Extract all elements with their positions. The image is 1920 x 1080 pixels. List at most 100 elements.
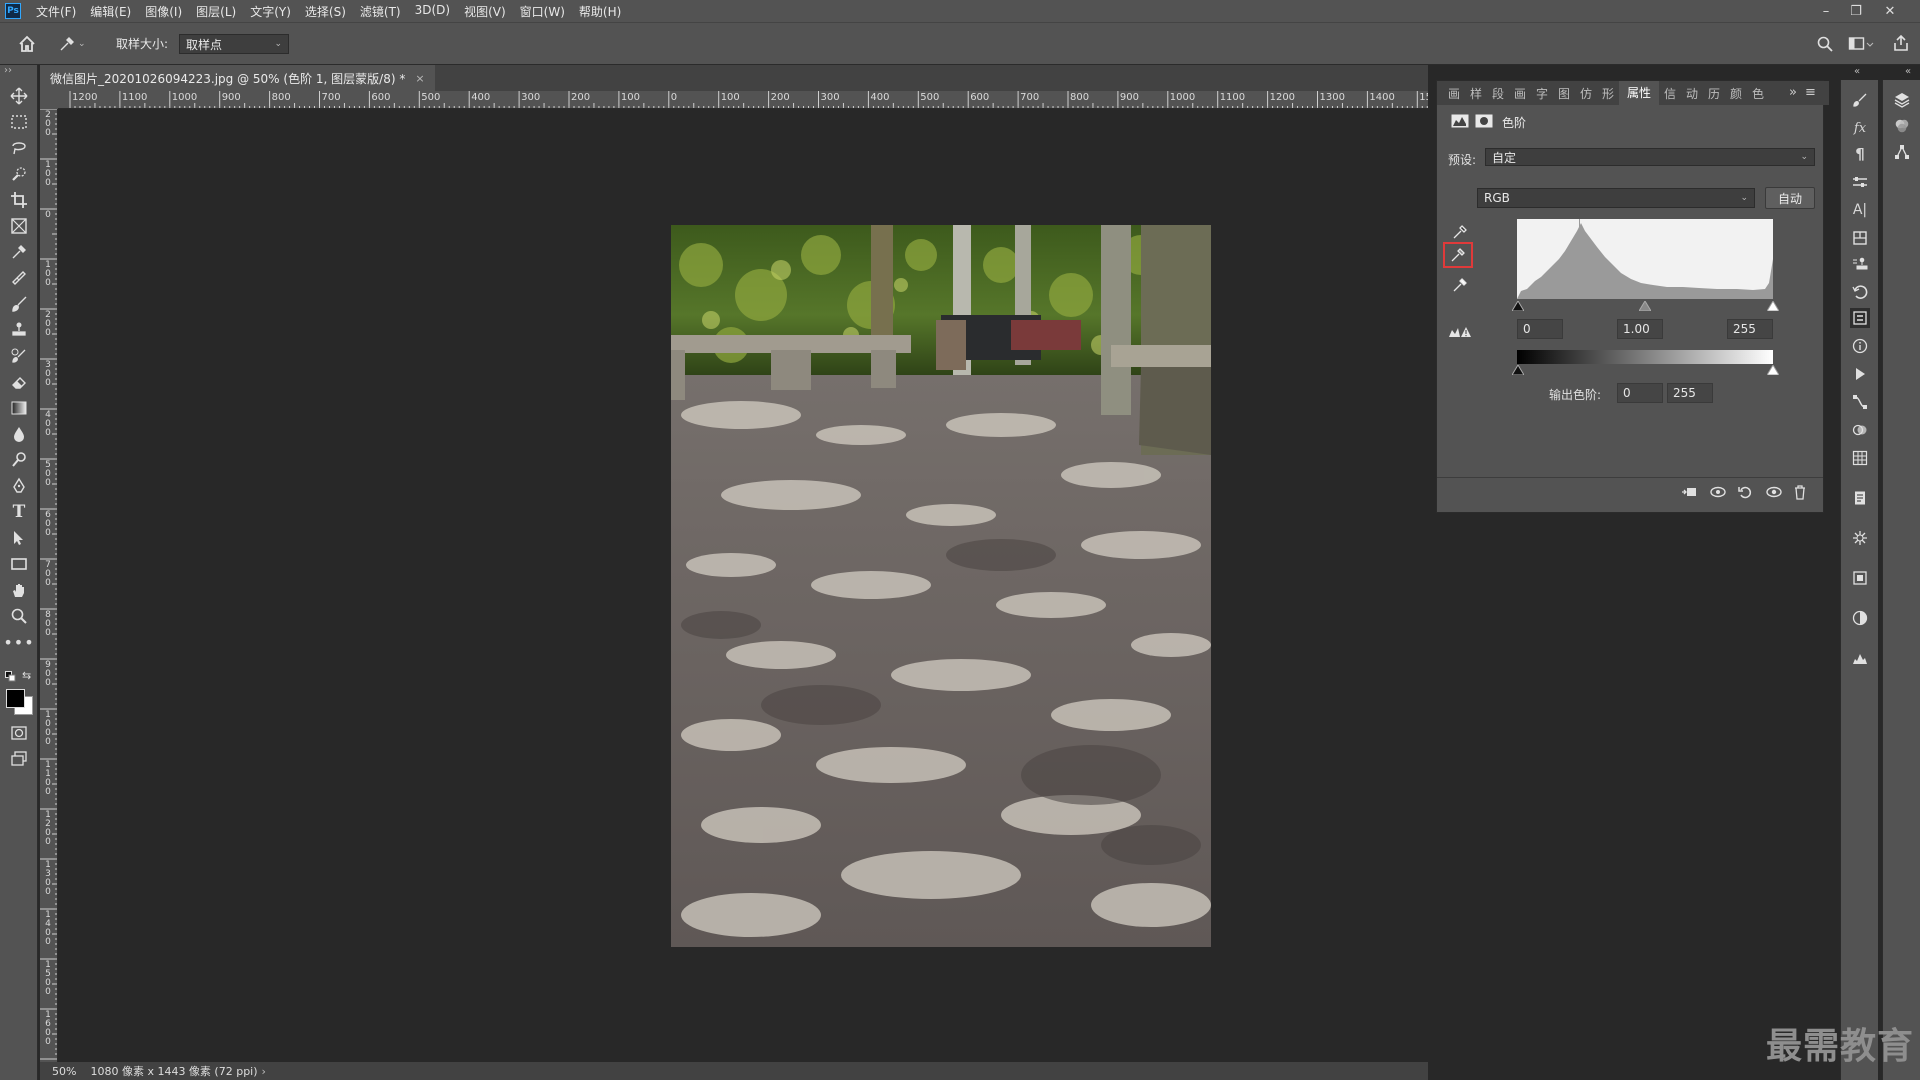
input-gamma-field[interactable]: 1.00 bbox=[1617, 319, 1663, 339]
status-menu-arrow-icon[interactable]: › bbox=[262, 1065, 266, 1078]
close-window-icon[interactable]: ✕ bbox=[1876, 0, 1904, 22]
panel-menu-icon[interactable]: ≡ bbox=[1805, 85, 1816, 100]
minimize-icon[interactable]: – bbox=[1812, 0, 1840, 22]
white-point-eyedropper-icon[interactable] bbox=[1452, 277, 1468, 296]
actions-play-icon[interactable] bbox=[1850, 364, 1870, 384]
marquee-tool-icon[interactable] bbox=[6, 111, 32, 133]
move-tool-icon[interactable] bbox=[6, 85, 32, 107]
properties-panel-tab[interactable]: 画 bbox=[1443, 85, 1465, 102]
properties-panel-tab[interactable]: 色 bbox=[1747, 85, 1769, 102]
eyedropper-tool-icon[interactable] bbox=[6, 241, 32, 263]
properties-panel-tab[interactable]: 字 bbox=[1531, 85, 1553, 102]
brush-settings-icon[interactable] bbox=[1850, 90, 1870, 110]
toggle-visibility-icon[interactable] bbox=[1765, 485, 1783, 502]
layer-mask-icon[interactable] bbox=[1475, 114, 1493, 131]
dodge-tool-icon[interactable] bbox=[6, 449, 32, 471]
clone-stamp-tool-icon[interactable] bbox=[6, 319, 32, 341]
info-icon[interactable] bbox=[1850, 336, 1870, 356]
histogram-icon[interactable] bbox=[1850, 648, 1870, 668]
layers-icon[interactable] bbox=[1892, 90, 1912, 110]
properties-panel-tab[interactable]: 样 bbox=[1465, 85, 1487, 102]
photoshop-logo[interactable]: Ps bbox=[5, 3, 21, 19]
menu-item[interactable]: 窗口(W) bbox=[513, 3, 572, 20]
healing-brush-tool-icon[interactable] bbox=[6, 267, 32, 289]
properties-panel-tab[interactable]: 信 bbox=[1659, 85, 1681, 102]
sample-size-dropdown[interactable]: 取样点 ⌄ bbox=[179, 34, 289, 54]
hand-tool-icon[interactable] bbox=[6, 579, 32, 601]
vertical-ruler[interactable]: 2001000100200300400500600700800900100011… bbox=[40, 109, 58, 1065]
properties-panel-tab[interactable]: 图 bbox=[1553, 85, 1575, 102]
menu-item[interactable]: 滤镜(T) bbox=[353, 3, 408, 20]
type-tool-icon[interactable]: T bbox=[6, 501, 32, 523]
color-icon[interactable] bbox=[1850, 608, 1870, 628]
auto-button[interactable]: 自动 bbox=[1765, 187, 1815, 209]
properties-panel-tab[interactable]: 动 bbox=[1681, 85, 1703, 102]
share-icon[interactable] bbox=[1892, 34, 1910, 55]
paragraph-icon[interactable]: ¶ bbox=[1850, 144, 1870, 164]
output-white-slider-handle[interactable] bbox=[1766, 364, 1780, 378]
path-selection-tool-icon[interactable] bbox=[6, 527, 32, 549]
input-white-slider-handle[interactable] bbox=[1766, 300, 1780, 314]
collapse-layers-strip-icon[interactable]: « bbox=[1905, 66, 1911, 77]
input-black-slider-handle[interactable] bbox=[1511, 300, 1525, 314]
brush-tool-icon[interactable] bbox=[6, 293, 32, 315]
close-document-icon[interactable]: × bbox=[415, 72, 424, 85]
layer-effects-icon[interactable]: fx bbox=[1850, 118, 1870, 138]
menu-item[interactable]: 3D(D) bbox=[408, 3, 457, 20]
menu-item[interactable]: 视图(V) bbox=[457, 3, 513, 20]
swap-colors-icon[interactable]: ⇆ bbox=[22, 669, 31, 682]
view-previous-state-icon[interactable] bbox=[1709, 485, 1727, 502]
collapse-toolbar-icon[interactable]: ›› bbox=[4, 65, 12, 76]
clip-to-layer-icon[interactable] bbox=[1681, 485, 1697, 502]
clone-source-icon[interactable] bbox=[1850, 254, 1870, 274]
ruler-origin[interactable] bbox=[40, 91, 58, 109]
eraser-tool-icon[interactable] bbox=[6, 371, 32, 393]
crop-tool-icon[interactable] bbox=[6, 189, 32, 211]
channels-icon[interactable] bbox=[1850, 420, 1870, 440]
properties-panel-tab[interactable]: 画 bbox=[1509, 85, 1531, 102]
blur-tool-icon[interactable] bbox=[6, 423, 32, 445]
document-tab[interactable]: 微信图片_20201026094223.jpg @ 50% (色阶 1, 图层蒙… bbox=[40, 65, 435, 91]
swatches-icon[interactable] bbox=[1850, 448, 1870, 468]
quick-selection-tool-icon[interactable] bbox=[6, 163, 32, 185]
menu-item[interactable]: 选择(S) bbox=[298, 3, 353, 20]
history-brush-tool-icon[interactable] bbox=[6, 345, 32, 367]
properties-panel-tab[interactable]: 属性 bbox=[1619, 81, 1659, 105]
channel-dropdown[interactable]: RGB ⌄ bbox=[1477, 188, 1755, 208]
properties-panel-tab[interactable]: 颜 bbox=[1725, 85, 1747, 102]
screen-mode-icon[interactable] bbox=[6, 748, 32, 770]
pen-tool-icon[interactable] bbox=[6, 475, 32, 497]
timeline-icon[interactable] bbox=[1850, 568, 1870, 588]
panel-overflow-icon[interactable]: » bbox=[1789, 85, 1797, 100]
libraries-icon[interactable] bbox=[1850, 228, 1870, 248]
preset-dropdown[interactable]: 自定 ⌄ bbox=[1485, 148, 1815, 166]
eyedropper-tool-preset-icon[interactable]: ⌄ bbox=[58, 35, 92, 53]
input-gamma-slider-handle[interactable] bbox=[1638, 300, 1652, 314]
3d-icon[interactable] bbox=[1850, 528, 1870, 548]
frame-tool-icon[interactable] bbox=[6, 215, 32, 237]
rectangle-tool-icon[interactable] bbox=[6, 553, 32, 575]
home-icon[interactable] bbox=[16, 33, 38, 55]
properties-icon[interactable] bbox=[1850, 308, 1870, 328]
menu-item[interactable]: 图层(L) bbox=[189, 3, 243, 20]
zoom-level[interactable]: 50% bbox=[52, 1065, 76, 1078]
output-black-slider-handle[interactable] bbox=[1511, 364, 1525, 378]
output-black-field[interactable]: 0 bbox=[1617, 383, 1663, 403]
notes-icon[interactable] bbox=[1850, 488, 1870, 508]
properties-panel-tab[interactable]: 段 bbox=[1487, 85, 1509, 102]
gray-point-eyedropper-icon[interactable] bbox=[1443, 242, 1473, 268]
document-photo[interactable] bbox=[671, 225, 1211, 947]
paths-icon[interactable] bbox=[1850, 392, 1870, 412]
search-icon[interactable] bbox=[1816, 35, 1834, 56]
document-canvas[interactable] bbox=[58, 109, 1428, 1065]
paths-panel-icon[interactable] bbox=[1892, 142, 1912, 162]
lasso-tool-icon[interactable] bbox=[6, 137, 32, 159]
default-colors-icon[interactable] bbox=[5, 671, 16, 682]
properties-panel-tab[interactable]: 历 bbox=[1703, 85, 1725, 102]
menu-item[interactable]: 编辑(E) bbox=[83, 3, 138, 20]
menu-item[interactable]: 文字(Y) bbox=[243, 3, 298, 20]
output-white-field[interactable]: 255 bbox=[1667, 383, 1713, 403]
menu-item[interactable]: 图像(I) bbox=[138, 3, 189, 20]
input-black-field[interactable]: 0 bbox=[1517, 319, 1563, 339]
clipping-warning-icon[interactable] bbox=[1448, 325, 1472, 342]
